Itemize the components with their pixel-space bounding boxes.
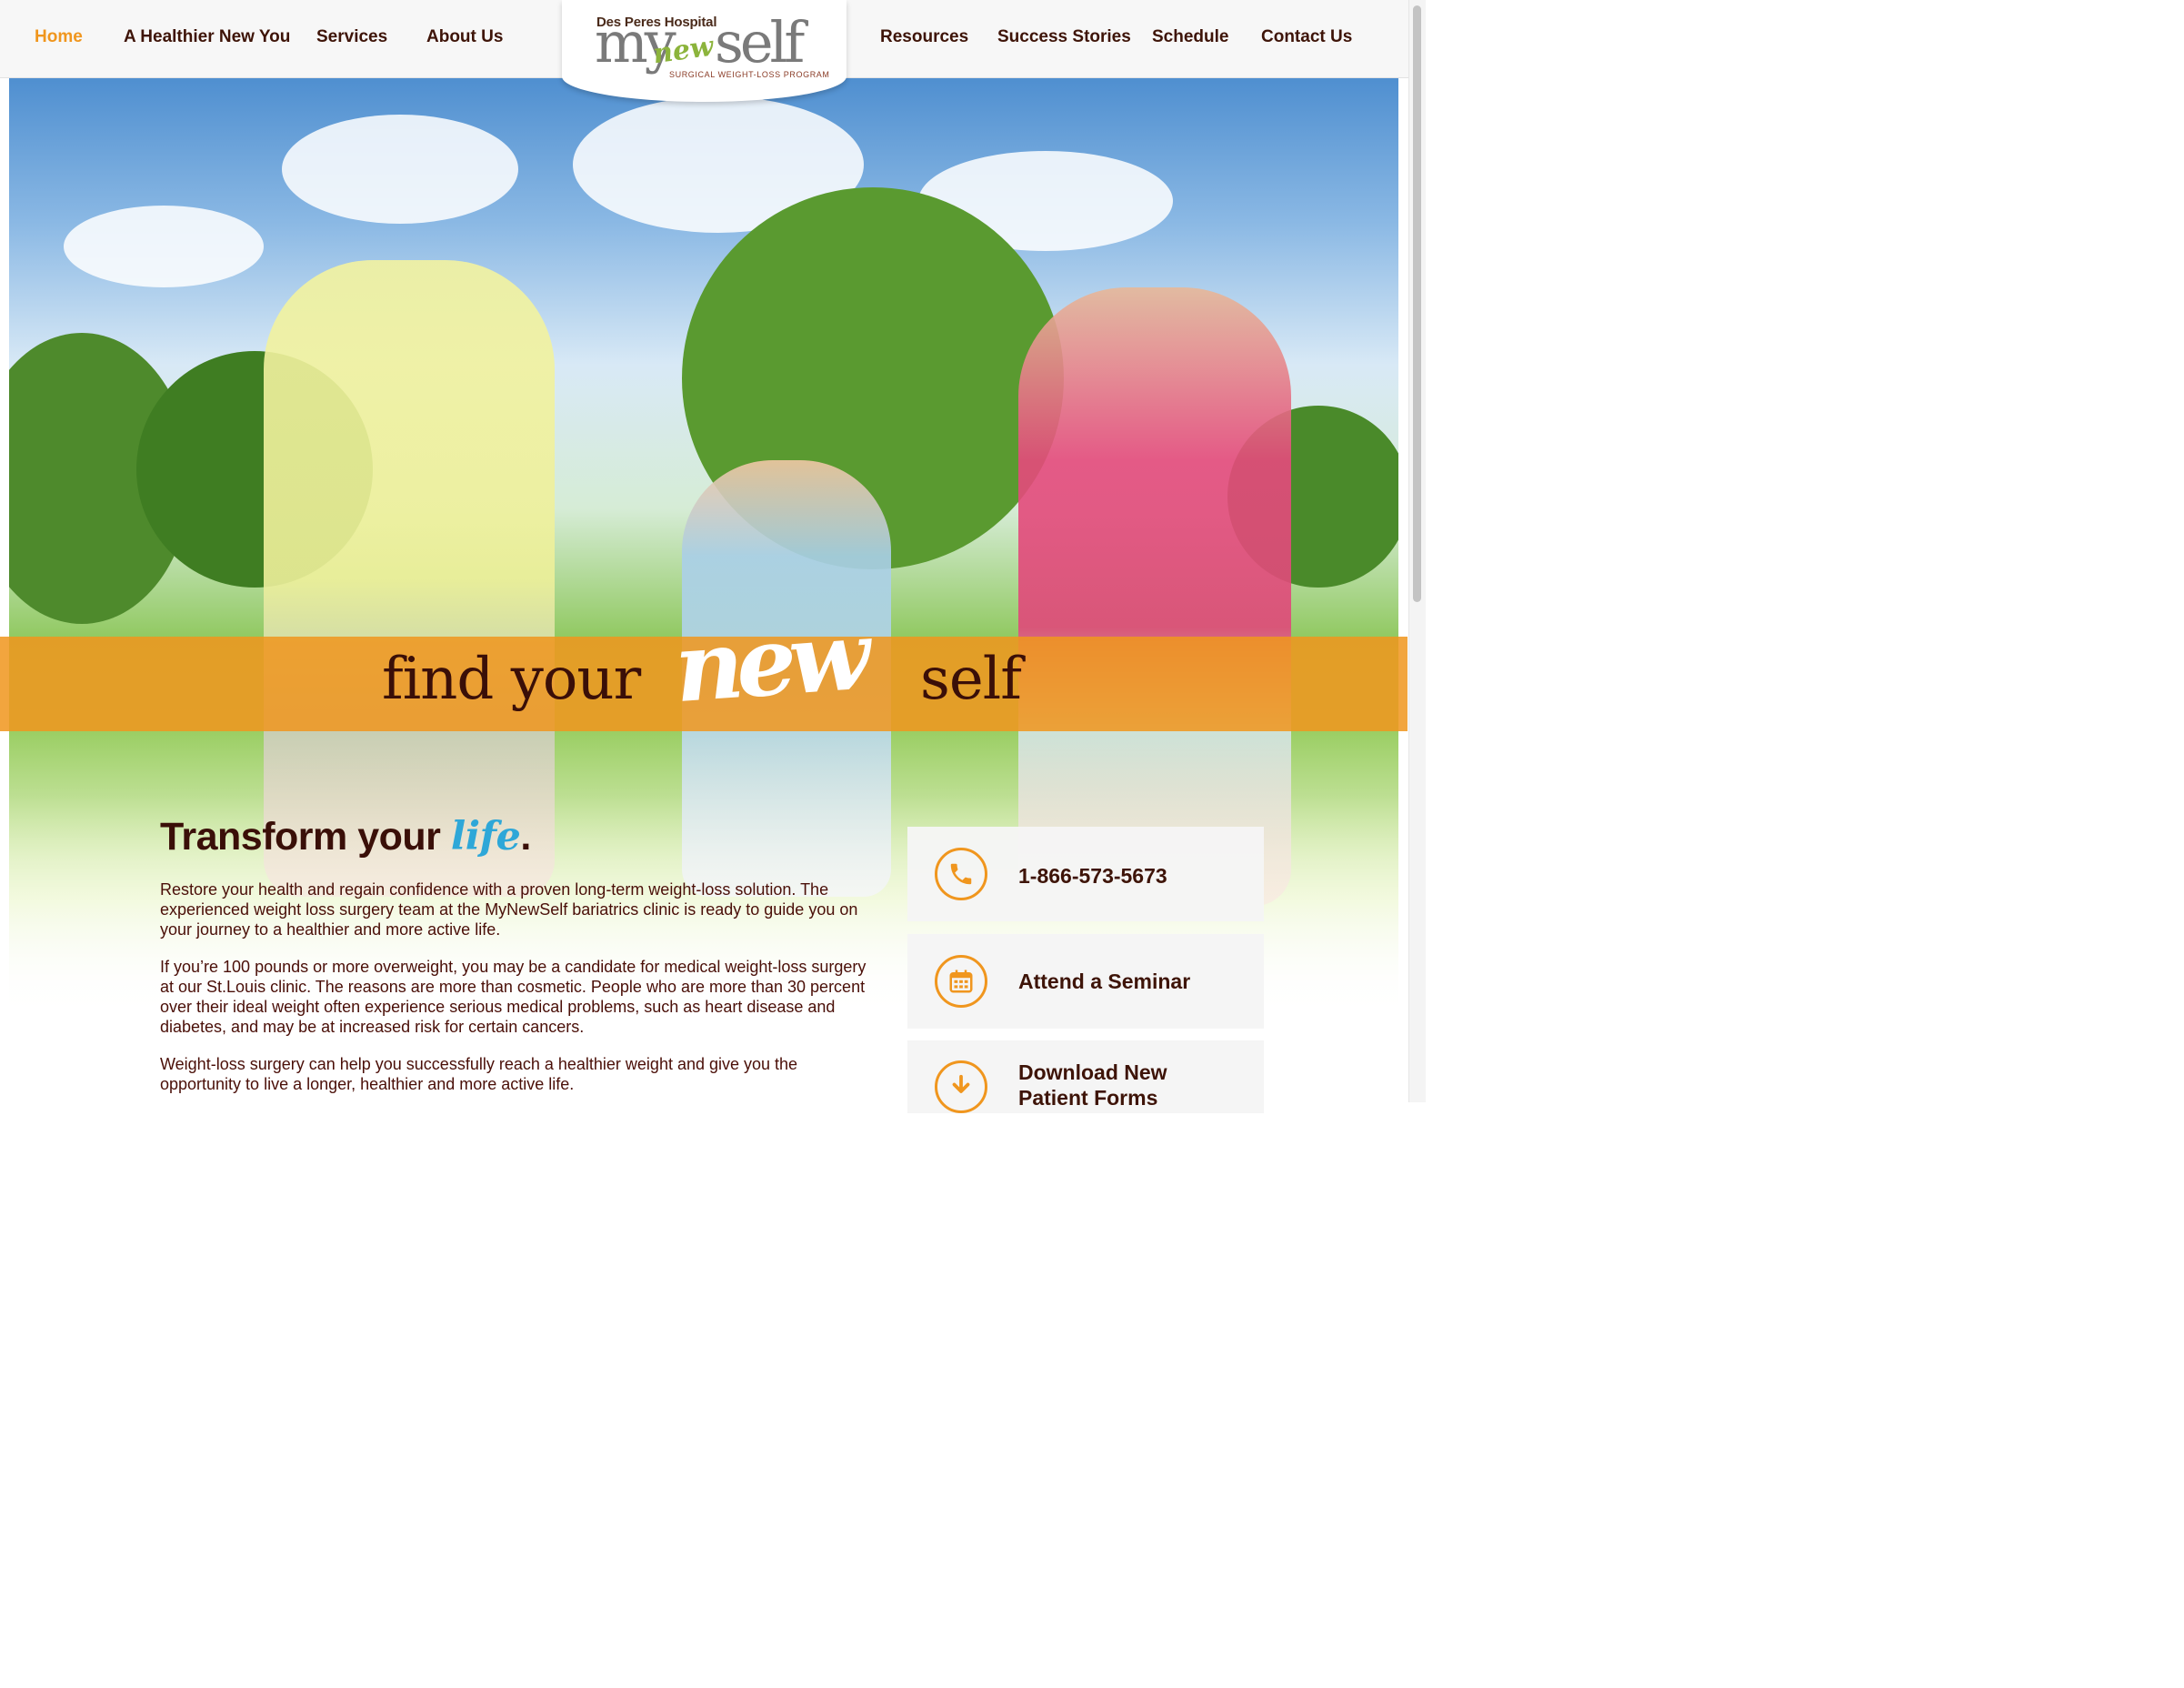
headline-accent: life: [450, 814, 521, 859]
seminar-label: Attend a Seminar: [1018, 970, 1191, 993]
intro-content: Transform your life. Restore your health…: [160, 814, 878, 1111]
banner-self: self: [920, 646, 1022, 713]
nav-about-us[interactable]: About Us: [426, 27, 503, 47]
headline-end: .: [520, 815, 531, 859]
download-icon: [935, 1060, 987, 1113]
nav-contact-us[interactable]: Contact Us: [1261, 27, 1352, 47]
intro-paragraph: Restore your health and regain confidenc…: [160, 880, 858, 939]
calendar-icon: [935, 955, 987, 1008]
benefits-paragraph: Weight-loss surgery can help you success…: [160, 1055, 798, 1093]
nav-resources[interactable]: Resources: [880, 27, 968, 47]
tagline-banner: find your new self: [0, 599, 1408, 731]
phone-icon: [935, 848, 987, 900]
attend-seminar-button[interactable]: Attend a Seminar: [907, 934, 1264, 1029]
phone-number: 1-866-573-5673: [1018, 864, 1167, 888]
nav-home[interactable]: Home: [35, 27, 83, 47]
nav-success-stories[interactable]: Success Stories: [997, 27, 1131, 47]
headline-main: Transform your: [160, 815, 441, 859]
page-headline: Transform your life.: [160, 814, 878, 859]
site-logo[interactable]: Des Peres Hospital my new self SURGICAL …: [562, 0, 847, 102]
candidate-paragraph: If you’re 100 pounds or more overweight,…: [160, 958, 867, 1036]
scrollbar-thumb[interactable]: [1413, 5, 1421, 602]
banner-new-script: new: [670, 598, 867, 725]
scrollbar[interactable]: [1408, 0, 1426, 1102]
nav-services[interactable]: Services: [316, 27, 387, 47]
logo-tagline: SURGICAL WEIGHT-LOSS PROGRAM: [669, 70, 830, 79]
cloud-shape: [282, 115, 518, 224]
download-forms-button[interactable]: Download New Patient Forms: [907, 1040, 1264, 1113]
download-forms-label: Download New Patient Forms: [1018, 1060, 1167, 1110]
cloud-shape: [64, 206, 264, 287]
call-phone-button[interactable]: 1-866-573-5673: [907, 827, 1264, 921]
banner-find-your: find your: [382, 646, 641, 713]
nav-schedule[interactable]: Schedule: [1152, 27, 1228, 47]
nav-healthier-new-you[interactable]: A Healthier New You: [124, 27, 290, 47]
logo-self: self: [715, 9, 805, 75]
